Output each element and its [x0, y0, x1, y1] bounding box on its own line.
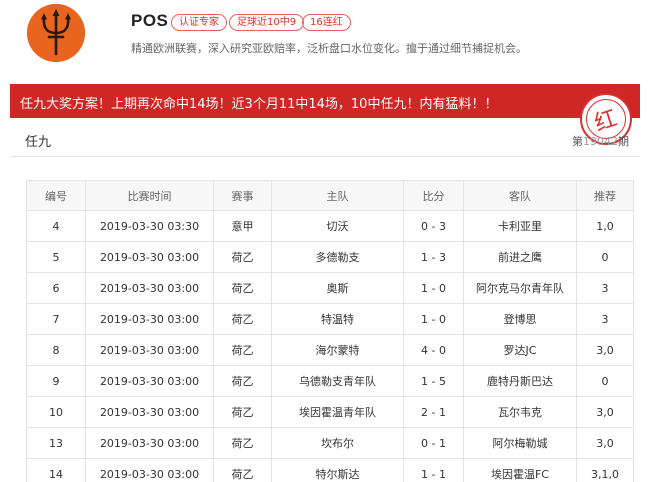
cell-match-time: 2019-03-30 03:00	[85, 303, 214, 335]
cell-league: 荷乙	[213, 334, 272, 366]
cell-score: 1 - 1	[403, 458, 464, 482]
lottery-type-title: 任九	[25, 135, 52, 150]
cell-recommendation: 3,0	[576, 334, 634, 366]
cell-league: 意甲	[213, 210, 272, 242]
period-number: 19042	[583, 135, 618, 148]
cell-number: 8	[26, 334, 86, 366]
cell-home-team: 多德勒支	[271, 241, 404, 273]
cell-recommendation: 0	[576, 365, 634, 397]
cell-away-team: 埃因霍温FC	[463, 458, 577, 482]
cell-match-time: 2019-03-30 03:00	[85, 334, 214, 366]
header-away-team: 客队	[463, 180, 577, 211]
header-match-time: 比赛时间	[85, 180, 214, 211]
cell-recommendation: 3	[576, 272, 634, 304]
avatar[interactable]	[27, 4, 85, 62]
cell-recommendation: 3,0	[576, 396, 634, 428]
cell-league: 荷乙	[213, 396, 272, 428]
cell-league: 荷乙	[213, 458, 272, 482]
cell-away-team: 阿尔克马尔青年队	[463, 272, 577, 304]
cell-recommendation: 3,1,0	[576, 458, 634, 482]
cell-match-time: 2019-03-30 03:00	[85, 427, 214, 459]
cell-number: 14	[26, 458, 86, 482]
cell-number: 5	[26, 241, 86, 273]
badge-recent-record: 足球近10中9	[229, 14, 305, 31]
cell-match-time: 2019-03-30 03:00	[85, 272, 214, 304]
cell-recommendation: 0	[576, 241, 634, 273]
cell-away-team: 罗达JC	[463, 334, 577, 366]
header-league: 赛事	[213, 180, 272, 211]
cell-score: 1 - 5	[403, 365, 464, 397]
header-recommendation: 推荐	[576, 180, 634, 211]
cell-number: 9	[26, 365, 86, 397]
cell-match-time: 2019-03-30 03:00	[85, 396, 214, 428]
header-score: 比分	[403, 180, 464, 211]
cell-score: 0 - 3	[403, 210, 464, 242]
cell-match-time: 2019-03-30 03:00	[85, 458, 214, 482]
cell-score: 4 - 0	[403, 334, 464, 366]
cell-number: 4	[26, 210, 86, 242]
table-row: 14 2019-03-30 03:00 荷乙 特尔斯达 1 - 1 埃因霍温FC…	[26, 458, 634, 482]
header-home-team: 主队	[271, 180, 404, 211]
cell-away-team: 登博思	[463, 303, 577, 335]
expert-name[interactable]: POS	[131, 11, 168, 31]
cell-score: 0 - 1	[403, 427, 464, 459]
cell-away-team: 阿尔梅勒城	[463, 427, 577, 459]
cell-score: 2 - 1	[403, 396, 464, 428]
table-row: 8 2019-03-30 03:00 荷乙 海尔蒙特 4 - 0 罗达JC 3,…	[26, 334, 634, 366]
table-row: 6 2019-03-30 03:00 荷乙 奥斯 1 - 0 阿尔克马尔青年队 …	[26, 272, 634, 304]
cell-home-team: 奥斯	[271, 272, 404, 304]
cell-number: 7	[26, 303, 86, 335]
cell-away-team: 前进之鹰	[463, 241, 577, 273]
cell-score: 1 - 0	[403, 303, 464, 335]
period-label: 第19042期	[572, 133, 629, 149]
cell-away-team: 瓦尔韦克	[463, 396, 577, 428]
trident-logo-icon	[27, 4, 85, 62]
cell-away-team: 卡利亚里	[463, 210, 577, 242]
cell-away-team: 鹿特丹斯巴达	[463, 365, 577, 397]
cell-match-time: 2019-03-30 03:00	[85, 365, 214, 397]
match-table: 编号 比赛时间 赛事 主队 比分 客队 推荐 4 2019-03-30 03:3…	[26, 180, 634, 482]
cell-home-team: 特尔斯达	[271, 458, 404, 482]
table-row: 7 2019-03-30 03:00 荷乙 特温特 1 - 0 登博思 3	[26, 303, 634, 335]
plan-headline: 任九大奖方案！上期再次命中14场！近3个月11中14场，10中任九！内有猛料！！	[20, 97, 498, 112]
cell-home-team: 海尔蒙特	[271, 334, 404, 366]
table-row: 5 2019-03-30 03:00 荷乙 多德勒支 1 - 3 前进之鹰 0	[26, 241, 634, 273]
cell-home-team: 坎布尔	[271, 427, 404, 459]
plan-banner: 任九大奖方案！上期再次命中14场！近3个月11中14场，10中任九！内有猛料！！	[10, 84, 640, 118]
expert-profile: POS 认证专家 足球近10中9 16连红 精通欧洲联赛，深入研究亚欧赔率，泛析…	[0, 0, 650, 80]
cell-league: 荷乙	[213, 427, 272, 459]
table-row: 10 2019-03-30 03:00 荷乙 埃因霍温青年队 2 - 1 瓦尔韦…	[26, 396, 634, 428]
table-row: 13 2019-03-30 03:00 荷乙 坎布尔 0 - 1 阿尔梅勒城 3…	[26, 427, 634, 459]
cell-home-team: 埃因霍温青年队	[271, 396, 404, 428]
cell-league: 荷乙	[213, 365, 272, 397]
cell-home-team: 切沃	[271, 210, 404, 242]
cell-league: 荷乙	[213, 303, 272, 335]
cell-home-team: 乌德勒支青年队	[271, 365, 404, 397]
cell-score: 1 - 0	[403, 272, 464, 304]
cell-match-time: 2019-03-30 03:00	[85, 241, 214, 273]
period-prefix: 第	[572, 135, 583, 148]
cell-match-time: 2019-03-30 03:30	[85, 210, 214, 242]
expert-bio: 精通欧洲联赛，深入研究亚欧赔率，泛析盘口水位变化。擅于通过细节捕捉机会。	[131, 42, 527, 55]
cell-league: 荷乙	[213, 241, 272, 273]
cell-recommendation: 3,0	[576, 427, 634, 459]
header-number: 编号	[26, 180, 86, 211]
cell-recommendation: 3	[576, 303, 634, 335]
cell-recommendation: 1,0	[576, 210, 634, 242]
cell-score: 1 - 3	[403, 241, 464, 273]
divider	[10, 156, 640, 157]
cell-number: 13	[26, 427, 86, 459]
badge-certified-expert: 认证专家	[171, 14, 227, 31]
period-suffix: 期	[618, 135, 629, 148]
table-header-row: 编号 比赛时间 赛事 主队 比分 客队 推荐	[26, 180, 634, 211]
badge-win-streak: 16连红	[302, 14, 351, 31]
cell-number: 6	[26, 272, 86, 304]
table-row: 9 2019-03-30 03:00 荷乙 乌德勒支青年队 1 - 5 鹿特丹斯…	[26, 365, 634, 397]
cell-league: 荷乙	[213, 272, 272, 304]
cell-number: 10	[26, 396, 86, 428]
cell-home-team: 特温特	[271, 303, 404, 335]
table-row: 4 2019-03-30 03:30 意甲 切沃 0 - 3 卡利亚里 1,0	[26, 210, 634, 242]
